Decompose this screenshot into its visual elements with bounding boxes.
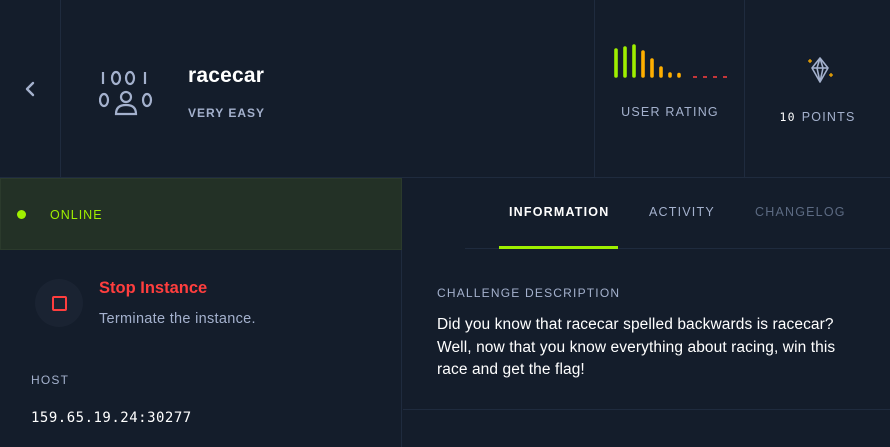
tab-information[interactable]: INFORMATION	[509, 205, 609, 219]
points-panel: 10 POINTS	[745, 0, 890, 178]
tab-changelog[interactable]: CHANGELOG	[755, 205, 846, 219]
challenge-title: racecar	[188, 64, 265, 87]
description-text: Did you know that racecar spelled backwa…	[437, 316, 836, 378]
active-tab-indicator	[499, 246, 618, 249]
points-line: 10 POINTS	[745, 110, 890, 124]
status-dot-icon	[17, 210, 26, 219]
status-bar: ONLINE	[0, 178, 402, 250]
rating-label: USER RATING	[621, 105, 719, 119]
points-value: 10	[779, 110, 796, 124]
challenge-header: racecar VERY EASY USER RATING 10 POINTS	[0, 0, 890, 178]
stop-instance-subtitle: Terminate the instance.	[99, 311, 256, 327]
instance-panel: ONLINE Stop Instance Terminate the insta…	[0, 178, 402, 447]
stop-icon	[51, 295, 67, 311]
description-label: CHALLENGE DESCRIPTION	[437, 286, 621, 300]
challenge-info: racecar VERY EASY	[61, 0, 595, 178]
tab-bar: INFORMATION ACTIVITY CHANGELOG	[465, 178, 890, 249]
details-panel: INFORMATION ACTIVITY CHANGELOG CHALLENGE…	[403, 178, 890, 447]
difficulty-label: VERY EASY	[188, 106, 266, 120]
divider	[403, 409, 890, 410]
binary-user-icon	[99, 70, 153, 116]
points-label: POINTS	[801, 110, 856, 124]
stop-instance-button[interactable]	[35, 279, 83, 327]
stop-instance-title[interactable]: Stop Instance	[99, 279, 207, 298]
back-button[interactable]	[0, 0, 61, 178]
tab-activity[interactable]: ACTIVITY	[649, 205, 715, 219]
diamond-icon	[808, 57, 833, 83]
rating-bars-icon	[614, 44, 727, 78]
host-label: HOST	[31, 373, 70, 387]
chevron-left-icon	[25, 81, 35, 97]
status-text: ONLINE	[50, 208, 103, 222]
user-rating: USER RATING	[595, 0, 745, 178]
host-value[interactable]: 159.65.19.24:30277	[31, 410, 192, 426]
